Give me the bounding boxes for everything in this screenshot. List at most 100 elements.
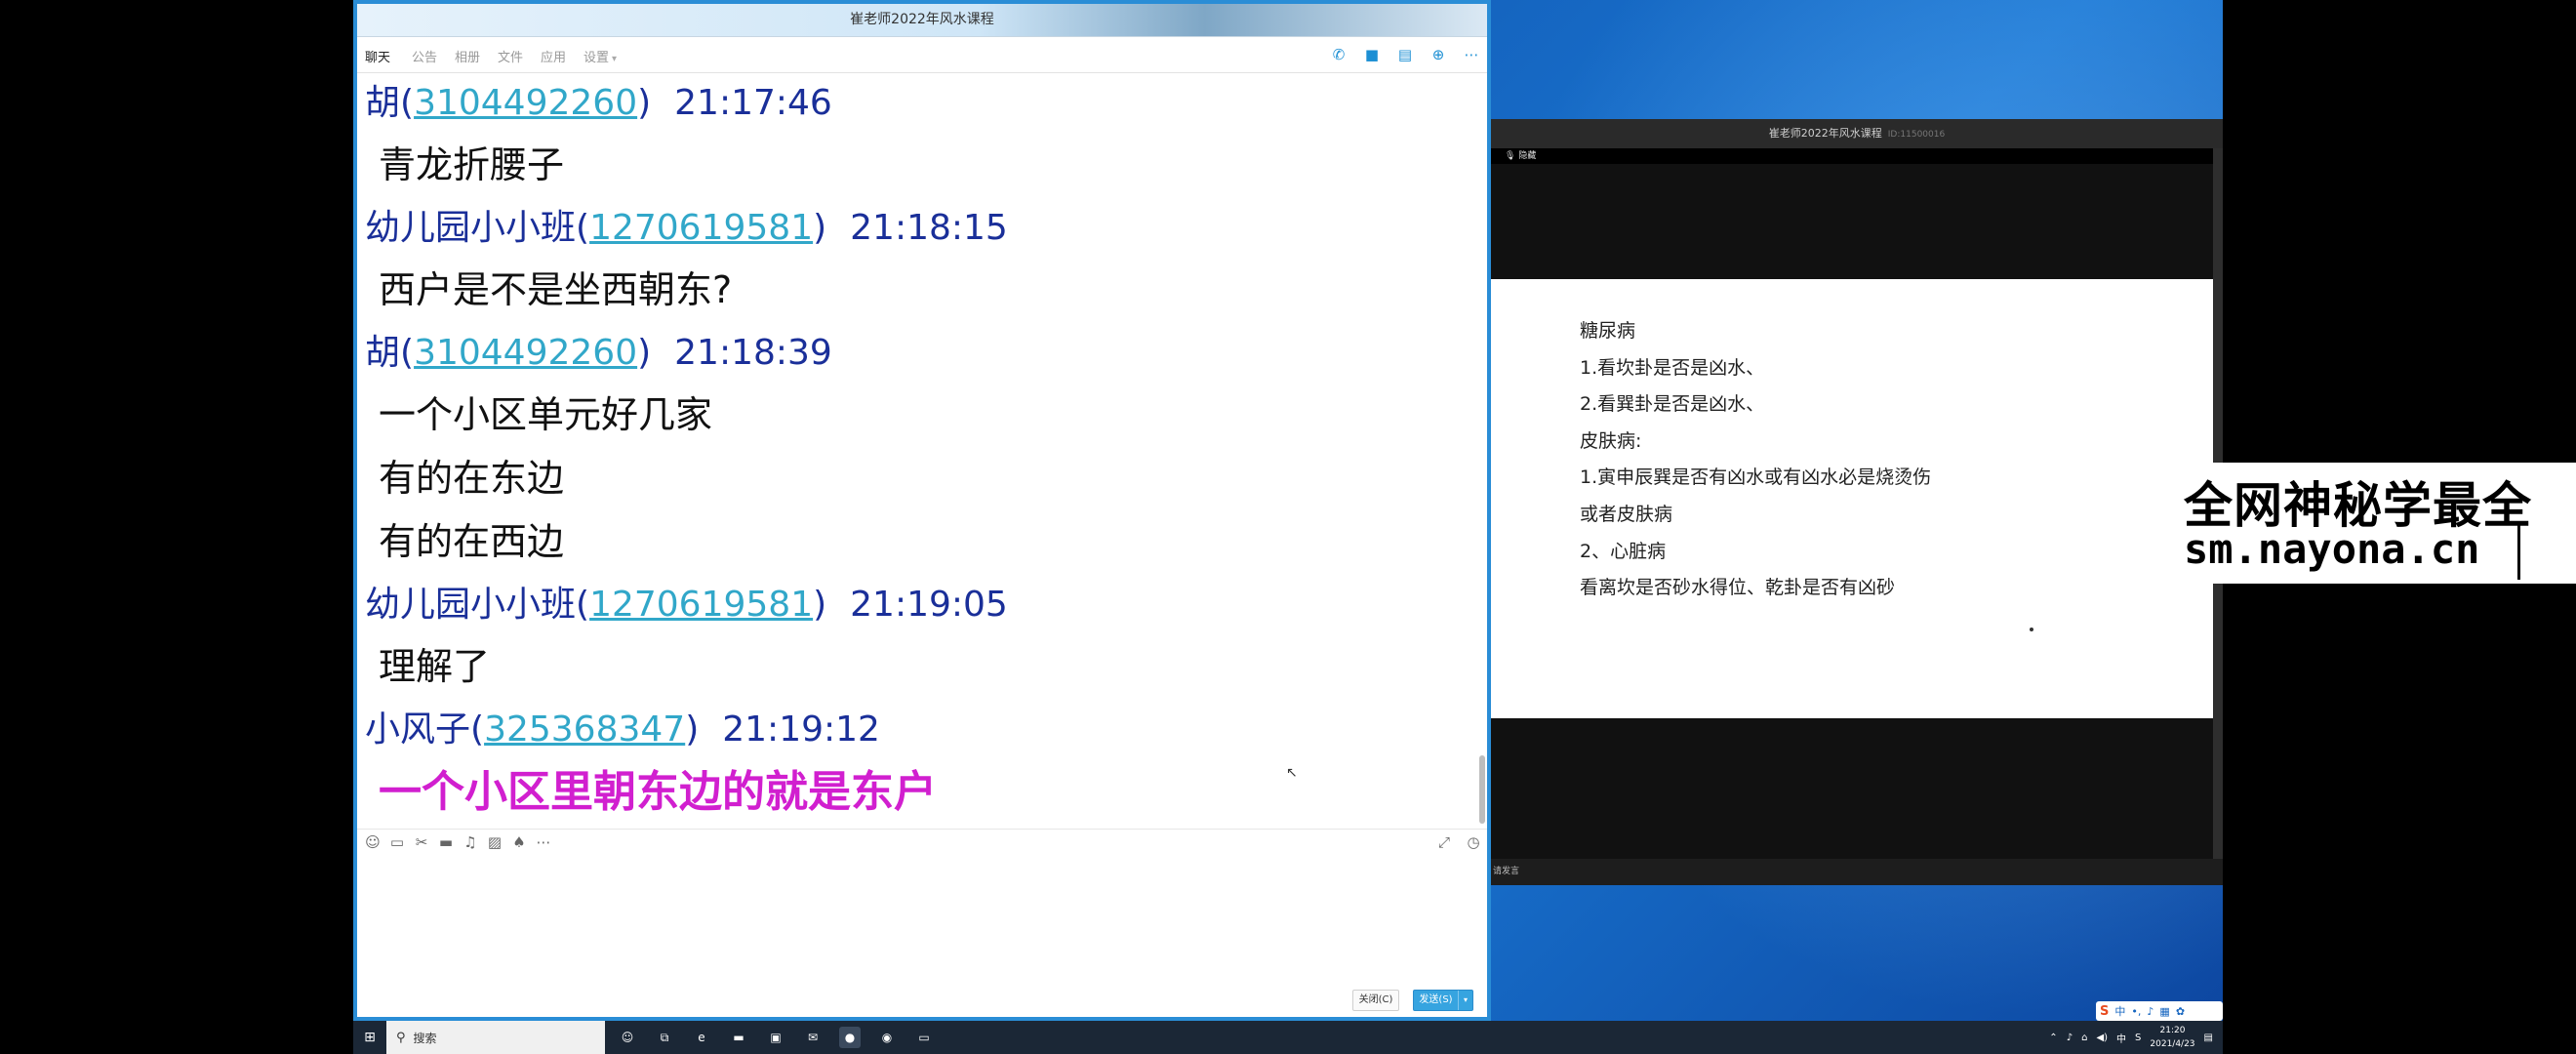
sender-qq-link[interactable]: 3104492260	[414, 333, 637, 373]
paren-close: )	[637, 83, 652, 123]
windows-start-icon[interactable]: ⊞	[353, 1021, 386, 1054]
more-icon[interactable]: ⋯	[1462, 45, 1481, 64]
store-icon[interactable]: ▣	[765, 1027, 786, 1048]
sender-qq-link[interactable]: 1270619581	[589, 585, 813, 625]
ime-mic-icon[interactable]: ♪	[2147, 1005, 2153, 1018]
close-button[interactable]: 关闭(C)	[1352, 990, 1399, 1011]
ime-language[interactable]: 中	[2114, 1003, 2125, 1019]
screen-icon[interactable]: ▭	[913, 1027, 935, 1048]
paren-close: )	[637, 333, 652, 373]
tray-chevron-icon[interactable]: ⌃	[2049, 1033, 2057, 1043]
tab-apps[interactable]: 应用	[541, 47, 566, 65]
qq-icon[interactable]: ●	[839, 1027, 861, 1048]
tab-chat[interactable]: 聊天	[365, 47, 390, 65]
message-time: 21:18:39	[674, 333, 832, 373]
message-header: 小风子(325368347) 21:19:12	[365, 699, 1491, 760]
message-time: 21:18:15	[850, 208, 1008, 248]
sender-qq-link[interactable]: 1270619581	[589, 208, 813, 248]
class-titlebar[interactable]: 崔老师2022年风水课程 ID:11500016	[1491, 119, 2223, 148]
message-text: 青龙折腰子	[379, 143, 565, 186]
sender-qq-link[interactable]: 3104492260	[414, 83, 637, 123]
sender-name[interactable]: 幼儿园小小班	[365, 208, 576, 248]
add-app-icon[interactable]: ⊕	[1429, 45, 1448, 64]
taskbar: ⊞ ⚲ 搜索 ☺ ⧉ e ▬ ▣ ✉ ● ◉ ▭ ⌃ ♪ ⌂ ◀) 中 S 21:20 2021…	[353, 1021, 2223, 1054]
task-view-icon[interactable]: ⧉	[654, 1027, 675, 1048]
slide-line: 看离坎是否砂水得位、乾卦是否有凶砂	[1580, 577, 1896, 599]
tab-files[interactable]: 文件	[498, 47, 523, 65]
chevron-down-icon: ▾	[612, 54, 618, 64]
sender-name[interactable]: 小风子	[365, 709, 470, 750]
clock-date: 2021/4/23	[2150, 1039, 2195, 1049]
expand-icon[interactable]: ⤢	[1436, 833, 1452, 851]
slide-line: 1.看坎卦是否是凶水、	[1580, 356, 1765, 379]
message-header: 胡(3104492260) 21:18:39	[365, 322, 1491, 384]
more-tools-icon[interactable]: ⋯	[536, 833, 551, 851]
image-icon[interactable]: ▨	[487, 833, 503, 851]
sender-name[interactable]: 胡	[365, 83, 400, 123]
ime-toolbar[interactable]: S 中 •, ♪ ▦ ✿	[2096, 1001, 2223, 1021]
taskbar-clock[interactable]: 21:20 2021/4/23	[2150, 1024, 2194, 1051]
ime-skin-icon[interactable]: ✿	[2176, 1005, 2185, 1018]
emoji-icon[interactable]: ☺	[365, 833, 381, 851]
sender-name[interactable]: 胡	[365, 333, 400, 373]
mail-icon[interactable]: ✉	[802, 1027, 824, 1048]
message-text: 一个小区单元好几家	[379, 393, 713, 436]
mouse-cursor-icon: ↖	[1286, 765, 1298, 781]
message-list: 胡(3104492260) 21:17:46 青龙折腰子 幼儿园小小班(1270619…	[357, 72, 1491, 826]
sogou-icon[interactable]: S	[2100, 1004, 2109, 1019]
chat-titlebar[interactable]: 崔老师2022年风水课程	[357, 4, 1487, 37]
ime-punct-icon[interactable]: •,	[2131, 1005, 2141, 1018]
send-button[interactable]: 发送(S) ▾	[1413, 990, 1473, 1011]
send-row: 关闭(C) 发送(S) ▾	[1352, 990, 1473, 1011]
mic-icon[interactable]: 🎙	[1505, 151, 1515, 161]
slide-line: 1.寅申辰巽是否有凶水或有凶水必是烧烫伤	[1580, 466, 1932, 489]
chat-toolbar: ✆ ■ ▤ ⊕ ⋯	[1329, 45, 1481, 64]
tray-language[interactable]: 中	[2116, 1031, 2126, 1045]
input-toolbar: ☺ ▭ ✂ ▬ ♫ ▨ ♠ ⋯ ⤢ ◷	[357, 829, 1487, 859]
message-input[interactable]	[357, 859, 1487, 976]
gif-icon[interactable]: ▭	[389, 833, 405, 851]
person-icon[interactable]: ☺	[617, 1027, 638, 1048]
tray-volume-icon[interactable]: ◀)	[2096, 1033, 2108, 1043]
folder-icon[interactable]: ▬	[438, 833, 454, 851]
slide-line: 2.看巽卦是否是凶水、	[1580, 393, 1765, 416]
desktop: 崔老师2022年风水课程 聊天 公告 相册 文件 应用 设置 ▾ ✆ ■ ▤ ⊕ ⋯ 胡(…	[353, 0, 2223, 1021]
sender-name[interactable]: 幼儿园小小班	[365, 585, 576, 625]
screenshot-icon[interactable]: ✂	[414, 833, 429, 851]
message-header: 胡(3104492260) 21:17:46	[365, 72, 1491, 134]
chat-title: 崔老师2022年风水课程	[850, 12, 994, 27]
tray-ime-icon[interactable]: S	[2135, 1033, 2141, 1043]
hide-label[interactable]: 隐藏	[1518, 151, 1536, 161]
tray-network-icon[interactable]: ⌂	[2081, 1033, 2087, 1043]
tab-album[interactable]: 相册	[455, 47, 480, 65]
slide-line: 或者皮肤病	[1580, 504, 1673, 525]
phone-icon[interactable]: ✆	[1329, 45, 1348, 64]
tray-mic-icon[interactable]: ♪	[2067, 1033, 2073, 1043]
chat-tabs: 聊天 公告 相册 文件 应用 设置 ▾ ✆ ■ ▤ ⊕ ⋯	[357, 37, 1487, 73]
message-text: 有的在东边	[379, 457, 565, 500]
tab-settings[interactable]: 设置 ▾	[584, 47, 617, 65]
slide-line: 糖尿病	[1580, 320, 1636, 342]
voice-icon[interactable]: ♫	[463, 833, 478, 851]
shake-icon[interactable]: ♠	[511, 833, 527, 851]
chevron-down-icon[interactable]: ▾	[1458, 991, 1472, 1010]
sender-qq-link[interactable]: 325368347	[484, 709, 685, 750]
system-tray: ⌃ ♪ ⌂ ◀) 中 S 21:20 2021/4/23 ▤	[2049, 1021, 2213, 1054]
video-icon[interactable]: ■	[1362, 45, 1382, 64]
explorer-icon[interactable]: ▬	[728, 1027, 749, 1048]
message-text: 西户是不是坐西朝东?	[379, 268, 733, 311]
speak-label[interactable]: 请发言	[1493, 867, 1519, 876]
ime-keyboard-icon[interactable]: ▦	[2159, 1005, 2169, 1018]
edge-icon[interactable]: e	[691, 1027, 712, 1048]
taskbar-search[interactable]: ⚲ 搜索	[386, 1021, 605, 1054]
history-icon[interactable]: ◷	[1466, 833, 1481, 851]
chrome-icon[interactable]: ◉	[876, 1027, 898, 1048]
paren-open: (	[576, 585, 590, 625]
message-text: 一个小区里朝东边的就是东户	[379, 767, 937, 817]
message-scrollbar[interactable]	[1479, 755, 1485, 824]
tab-announcement[interactable]: 公告	[412, 47, 437, 65]
message-time: 21:19:12	[722, 709, 880, 750]
notes-icon[interactable]: ▤	[1395, 45, 1415, 64]
notification-icon[interactable]: ▤	[2204, 1033, 2213, 1043]
message-time: 21:19:05	[850, 585, 1008, 625]
